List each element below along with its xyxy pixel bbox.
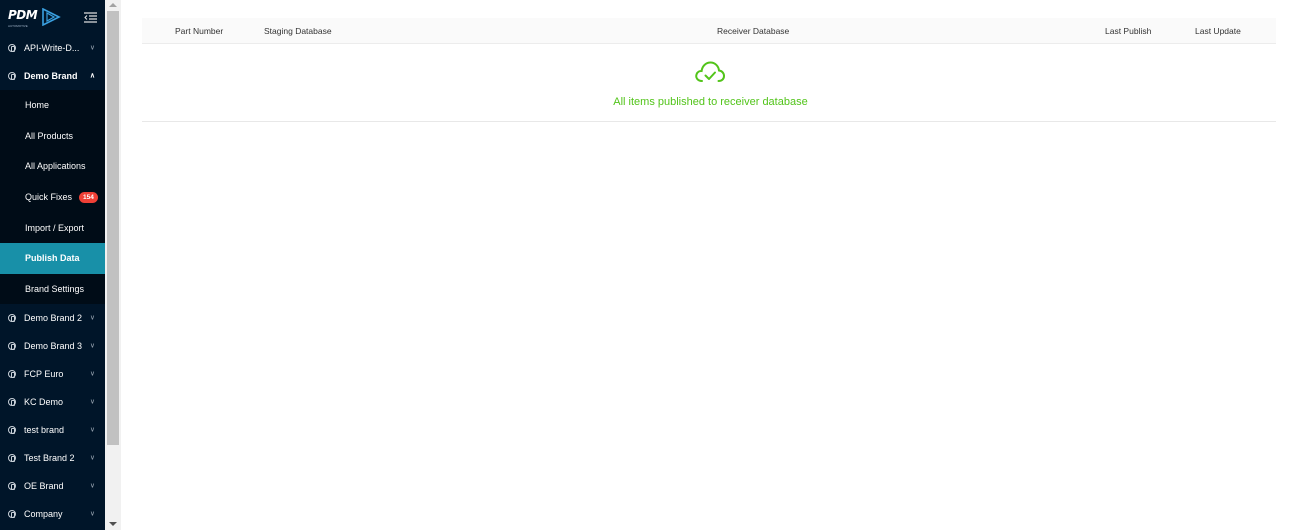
chevron-down-icon: ∨ [89,482,95,490]
table-empty-state: All items published to receiver database [142,44,1276,122]
brand-icon [8,44,16,52]
sidebar-item-label: Company [24,509,63,520]
sidebar-item-home[interactable]: Home [0,90,105,121]
empty-state-message: All items published to receiver database [613,96,808,108]
scroll-thumb[interactable] [107,11,119,445]
sidebar-item-all-products[interactable]: All Products [0,121,105,152]
sidebar-item-test-brand-2[interactable]: Test Brand 2 ∨ [0,444,105,472]
logo-wordmark: PDM AUTOMOTIVE [8,6,38,28]
chevron-down-icon: ∨ [89,44,95,52]
sidebar-item-label: Quick Fixes [25,192,73,203]
brand-icon [8,398,16,407]
app-window: PDM AUTOMOTIVE API-Write-D... ∨ Demo Bra… [0,0,1291,530]
column-header-receiver-database[interactable]: Receiver Database [717,18,789,44]
chevron-down-icon: ∨ [89,342,95,350]
brand-header: PDM AUTOMOTIVE [0,0,105,34]
demo-brand-submenu: Home All Products All Applications Quick… [0,90,105,305]
sidebar-item-test-brand[interactable]: test brand ∨ [0,416,105,444]
sidebar-item-all-applications[interactable]: All Applications [0,151,105,182]
main-content: Part Number Staging Database Receiver Da… [121,0,1291,530]
quick-fixes-count-badge: 154 [79,191,98,203]
sidebar-item-label: FCP Euro [24,369,64,380]
sidebar-item-label: KC Demo [24,397,64,408]
chevron-down-icon: ∨ [89,398,95,406]
sidebar-item-label: All Products [25,130,74,141]
sidebar-item-label: Demo Brand 3 [24,341,83,352]
logo-subtext: AUTOMOTIVE [8,24,28,28]
sidebar-scrollbar[interactable] [105,0,121,530]
sidebar-item-oe-brand[interactable]: OE Brand ∨ [0,472,105,500]
sidebar-item-label: Import / Export [25,222,85,233]
brand-icon [8,314,16,323]
brand-icon [8,482,16,491]
brand-icon [8,342,16,351]
company-icon [8,510,16,519]
brand-icon [8,426,16,435]
sidebar-item-company[interactable]: Company ∨ [0,500,105,528]
column-header-staging-database[interactable]: Staging Database [264,18,332,44]
sidebar-item-quick-fixes[interactable]: Quick Fixes 154 [0,182,105,213]
table-header: Part Number Staging Database Receiver Da… [142,18,1276,44]
scroll-down-arrow-icon[interactable] [109,522,117,526]
sidebar-item-demo-brand[interactable]: Demo Brand ∧ [0,62,105,90]
sidebar-item-label: Demo Brand [24,71,78,81]
sidebar-item-label: test brand [24,425,65,436]
sidebar-item-label: Publish Data [25,253,80,264]
pdm-logo[interactable]: PDM AUTOMOTIVE [8,6,61,28]
chevron-down-icon: ∨ [89,370,95,378]
sidebar-item-fcp-euro[interactable]: FCP Euro ∨ [0,360,105,388]
sidebar-item-label: Brand Settings [25,283,85,294]
chevron-down-icon: ∨ [89,454,95,462]
column-header-part-number[interactable]: Part Number [175,18,223,44]
publish-table: Part Number Staging Database Receiver Da… [142,18,1276,122]
sidebar-item-demo-brand-2[interactable]: Demo Brand 2 ∨ [0,304,105,332]
sidebar-item-kc-demo[interactable]: KC Demo ∨ [0,388,105,416]
sidebar-item-api-write[interactable]: API-Write-D... ∨ [0,34,105,62]
chevron-up-icon: ∧ [89,72,95,80]
brand-icon [8,454,16,463]
sidebar-item-import-export[interactable]: Import / Export [0,212,105,243]
column-header-last-update[interactable]: Last Update [1195,18,1241,44]
sidebar-item-label: Home [25,100,50,111]
sidebar-item-label: OE Brand [24,481,64,492]
cloud-check-icon [695,61,726,82]
logo-play-mark-icon [42,8,61,26]
sidebar-item-publish-data[interactable]: Publish Data [0,242,105,274]
sidebar: PDM AUTOMOTIVE API-Write-D... ∨ Demo Bra… [0,0,105,530]
chevron-down-icon: ∨ [89,510,95,518]
column-header-last-publish[interactable]: Last Publish [1105,18,1151,44]
chevron-down-icon: ∨ [89,314,95,322]
logo-text: PDM [8,8,38,22]
scroll-up-arrow-icon[interactable] [109,3,117,7]
sidebar-item-label: All Applications [25,161,86,172]
sidebar-item-demo-brand-3[interactable]: Demo Brand 3 ∨ [0,332,105,360]
sidebar-item-brand-settings[interactable]: Brand Settings [0,274,105,305]
chevron-down-icon: ∨ [89,426,95,434]
menu-fold-icon[interactable] [84,11,97,23]
brand-icon [8,370,16,379]
sidebar-item-label: Test Brand 2 [24,453,75,464]
sidebar-item-label: API-Write-D... [24,43,80,53]
brand-icon [8,72,16,80]
sidebar-item-label: Demo Brand 2 [24,313,83,324]
